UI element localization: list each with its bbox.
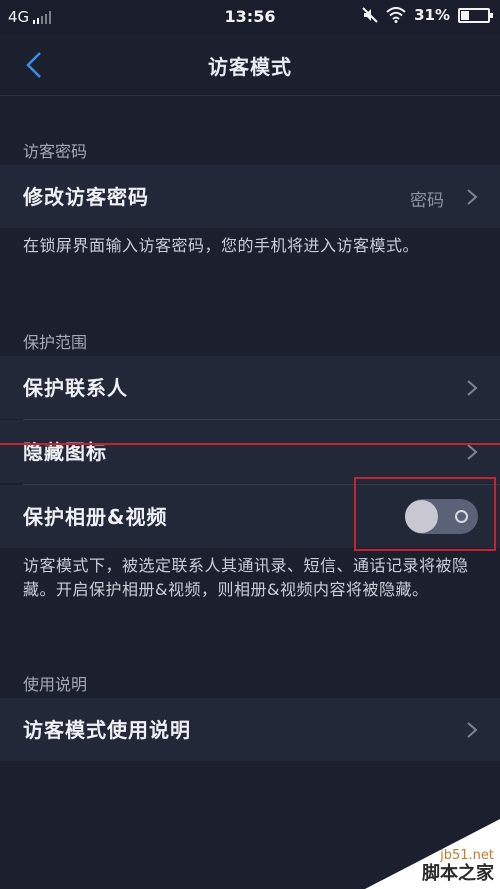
protection-description: 访客模式下，被选定联系人其通讯录、短信、通话记录将被隐藏。开启保护相册&视频，则…: [23, 556, 469, 599]
status-bar: 4G 13:56 31%: [0, 0, 500, 33]
annotation-highlight-box: [354, 477, 496, 551]
battery-level: [461, 10, 469, 20]
hide-icon-label: 隐藏图标: [23, 440, 107, 464]
password-value: 密码: [410, 191, 444, 211]
change-password-label: 修改访客密码: [23, 185, 149, 209]
hide-icon-row[interactable]: 隐藏图标: [0, 420, 500, 483]
page-title: 访客模式: [208, 55, 292, 79]
title-bar: 访客模式: [0, 33, 500, 96]
protect-contacts-label: 保护联系人: [23, 376, 128, 400]
battery-icon: [458, 7, 493, 23]
protect-contacts-row[interactable]: 保护联系人: [0, 356, 500, 419]
change-password-row[interactable]: 修改访客密码 密码: [0, 165, 500, 228]
watermark: jb51.net 脚本之家: [365, 819, 500, 889]
wifi-icon: [386, 7, 406, 23]
section-header-help: 使用说明: [23, 675, 88, 694]
help-label: 访客模式使用说明: [23, 718, 191, 742]
help-row[interactable]: 访客模式使用说明: [0, 698, 500, 761]
chevron-right-icon: [467, 189, 478, 205]
chevron-right-icon: [467, 444, 478, 460]
password-description: 在锁屏界面输入访客密码，您的手机将进入访客模式。: [23, 236, 420, 255]
protect-album-label: 保护相册&视频: [23, 505, 168, 529]
chevron-right-icon: [467, 380, 478, 396]
chevron-right-icon: [467, 722, 478, 738]
status-right: 31%: [362, 6, 493, 24]
section-header-password: 访客密码: [23, 142, 88, 161]
battery-percent: 31%: [414, 6, 450, 24]
section-header-protection: 保护范围: [23, 333, 88, 352]
watermark-name: 脚本之家: [422, 863, 494, 884]
annotation-line: [0, 443, 500, 445]
mute-icon: [362, 7, 378, 23]
